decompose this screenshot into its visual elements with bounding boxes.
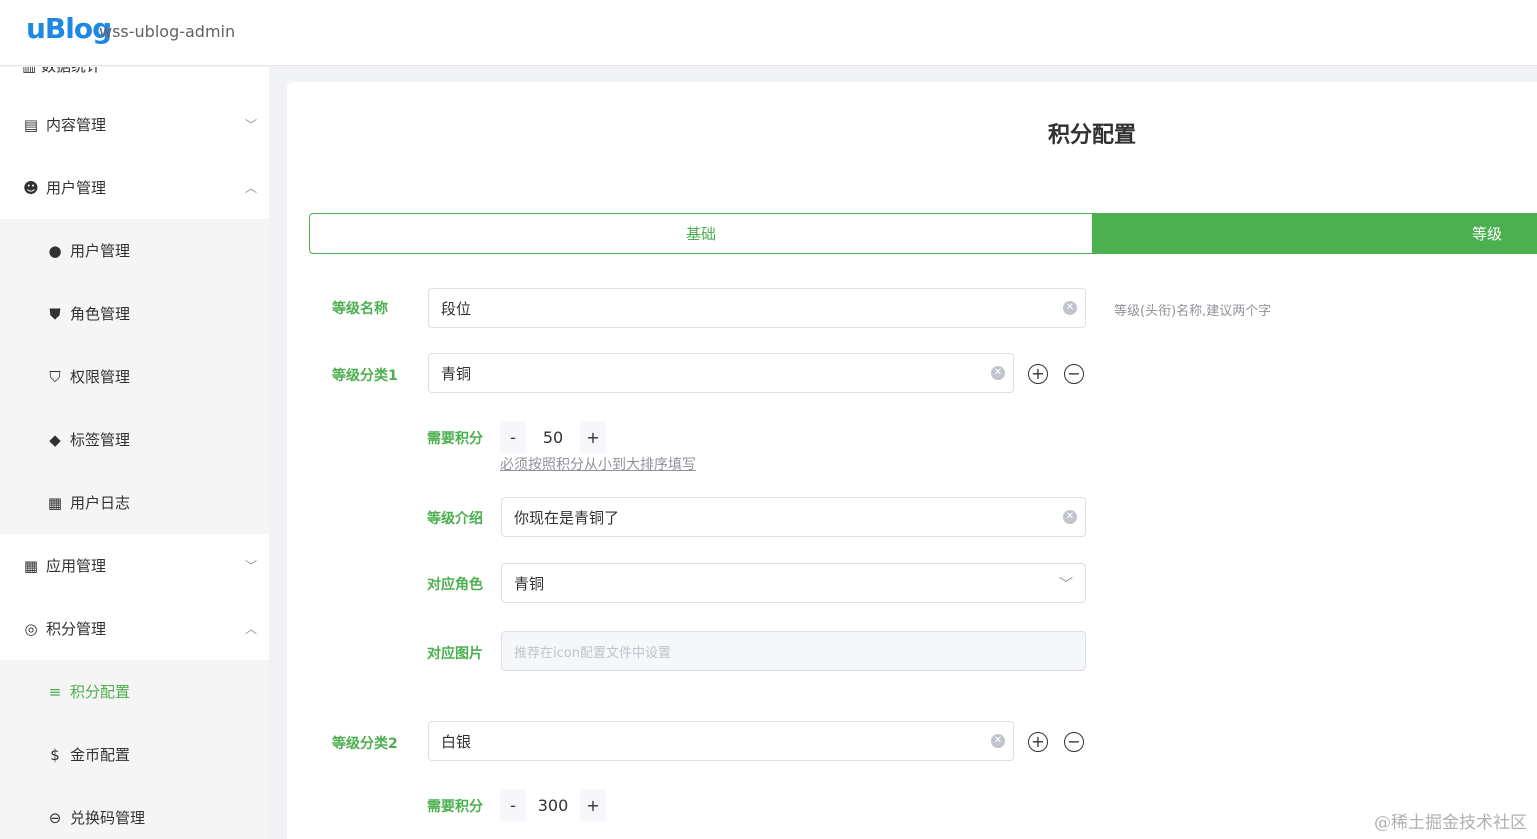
coin-icon: $ — [50, 745, 60, 764]
clear-icon[interactable]: ✕ — [991, 734, 1005, 748]
sidebar-item-label: 内容管理 — [46, 116, 107, 134]
sidebar-item-label: 应用管理 — [46, 557, 107, 575]
sidebar-item[interactable]: $ 金币配置 — [0, 723, 269, 786]
category-1-label: 等级分类1 — [332, 368, 398, 384]
chevron-down-icon: ﹀ — [1059, 577, 1073, 593]
main-panel: 积分配置 基础 等级 等级名称 段位 ✕ 等级(头衔)名称,建议两个字 等级分类… — [287, 82, 1537, 839]
sidebar-item-label: 权限管理 — [70, 368, 131, 386]
category-1-input[interactable]: 青铜 ✕ — [428, 353, 1014, 393]
chevron-down-icon[interactable]: ﹀ — [245, 116, 257, 133]
shield-user-icon: ⛊ — [49, 304, 61, 323]
intro-label: 等级介绍 — [427, 511, 483, 527]
role-select[interactable]: 青铜 ﹀ — [501, 563, 1086, 603]
sidebar-item[interactable]: ≡ 积分配置 — [0, 660, 269, 723]
app-name: wss-ublog-admin — [99, 22, 236, 41]
database-icon: ≡ — [48, 682, 62, 701]
sidebar-item-partial[interactable]: ▥ 数据统计 — [22, 67, 101, 76]
apps-icon: ▦ — [23, 556, 39, 575]
sidebar-item[interactable]: ▤ 内容管理 ﹀ — [0, 93, 269, 156]
sidebar-item-label: 标签管理 — [70, 431, 131, 449]
points-stepper: - 50 + — [500, 421, 606, 453]
sidebar-item[interactable]: ▦ 用户日志 — [0, 471, 269, 534]
watermark: @稀土掘金技术社区 — [1374, 813, 1527, 833]
chart-icon: ▥ — [22, 67, 41, 75]
page-title: 积分配置 — [1047, 123, 1136, 148]
tab-basic[interactable]: 基础 — [309, 213, 1092, 254]
chevron-up-icon[interactable]: ︿ — [245, 179, 257, 196]
sidebar-item[interactable]: ● 用户管理 — [0, 219, 269, 282]
sidebar-item[interactable]: ◎ 积分管理 ︿ — [0, 597, 269, 660]
sidebar-item-label: 金币配置 — [70, 746, 131, 764]
sidebar-item[interactable]: ◆ 标签管理 — [0, 408, 269, 471]
sidebar-item[interactable]: ▦ 应用管理 ﹀ — [0, 534, 269, 597]
points-label: 需要积分 — [427, 431, 483, 447]
clear-icon[interactable]: ✕ — [991, 366, 1005, 380]
user-gear-icon: ☻ — [23, 178, 39, 197]
points-value[interactable]: 300 — [526, 789, 580, 821]
increment-button[interactable]: + — [580, 789, 606, 821]
sidebar-item-label: 用户管理 — [46, 179, 107, 197]
sidebar-item[interactable]: ⛉ 权限管理 — [0, 345, 269, 408]
sidebar-item-label: 角色管理 — [70, 305, 131, 323]
sidebar-item-label: 积分配置 — [70, 683, 131, 701]
points-label: 需要积分 — [427, 799, 483, 815]
clear-icon[interactable]: ✕ — [1063, 510, 1077, 524]
role-label: 对应角色 — [427, 577, 483, 593]
points-note: 必须按照积分从小到大排序填写 — [500, 457, 696, 473]
sidebar-item-label: 用户日志 — [70, 494, 131, 512]
remove-category-icon[interactable]: − — [1064, 364, 1084, 384]
clear-icon[interactable]: ✕ — [1063, 301, 1077, 315]
exchange-icon: ⊖ — [48, 808, 62, 827]
category-2-input[interactable]: 白银 ✕ — [428, 721, 1014, 761]
sidebar-item[interactable]: ⊖ 兑换码管理 — [0, 786, 269, 839]
sidebar-item-label: 用户管理 — [70, 242, 131, 260]
sidebar-item-label: 兑换码管理 — [70, 809, 146, 827]
sidebar-item[interactable]: ⛊ 角色管理 — [0, 282, 269, 345]
level-name-label: 等级名称 — [332, 301, 388, 317]
chevron-down-icon[interactable]: ﹀ — [245, 557, 257, 574]
tags-icon: ◆ — [49, 430, 61, 449]
level-name-hint: 等级(头衔)名称,建议两个字 — [1114, 304, 1272, 319]
tab-level[interactable]: 等级 — [1092, 213, 1537, 254]
add-category-icon[interactable]: + — [1028, 732, 1048, 752]
points-value[interactable]: 50 — [526, 421, 580, 453]
remove-category-icon[interactable]: − — [1064, 732, 1084, 752]
level-name-input[interactable]: 段位 ✕ — [428, 288, 1086, 328]
points-icon: ◎ — [24, 619, 38, 638]
sidebar-item[interactable]: ☻ 用户管理 ︿ — [0, 156, 269, 219]
intro-input[interactable]: 你现在是青铜了 ✕ — [501, 497, 1086, 537]
increment-button[interactable]: + — [580, 421, 606, 453]
points-stepper: - 300 + — [500, 789, 606, 821]
file-icon: ▤ — [23, 115, 39, 134]
image-input: 推荐在icon配置文件中设置 — [501, 631, 1086, 671]
user-icon: ● — [48, 241, 62, 260]
sidebar: ▥ 数据统计 ▤ 内容管理 ﹀ ☻ 用户管理 ︿ ● 用户管理 ⛊ 角色管理 ⛉ 权限管理 ◆ 标签管理 ▦… — [0, 67, 269, 839]
tab-bar: 基础 等级 — [309, 213, 1537, 254]
decrement-button[interactable]: - — [500, 789, 526, 821]
sidebar-item-label: 积分管理 — [46, 620, 107, 638]
category-2-label: 等级分类2 — [332, 736, 398, 752]
decrement-button[interactable]: - — [500, 421, 526, 453]
top-header: uBlog wss-ublog-admin — [0, 0, 1537, 66]
image-label: 对应图片 — [427, 646, 483, 662]
add-category-icon[interactable]: + — [1028, 364, 1048, 384]
chevron-up-icon[interactable]: ︿ — [245, 620, 257, 637]
shield-icon: ⛉ — [49, 367, 61, 386]
log-icon: ▦ — [47, 493, 63, 512]
